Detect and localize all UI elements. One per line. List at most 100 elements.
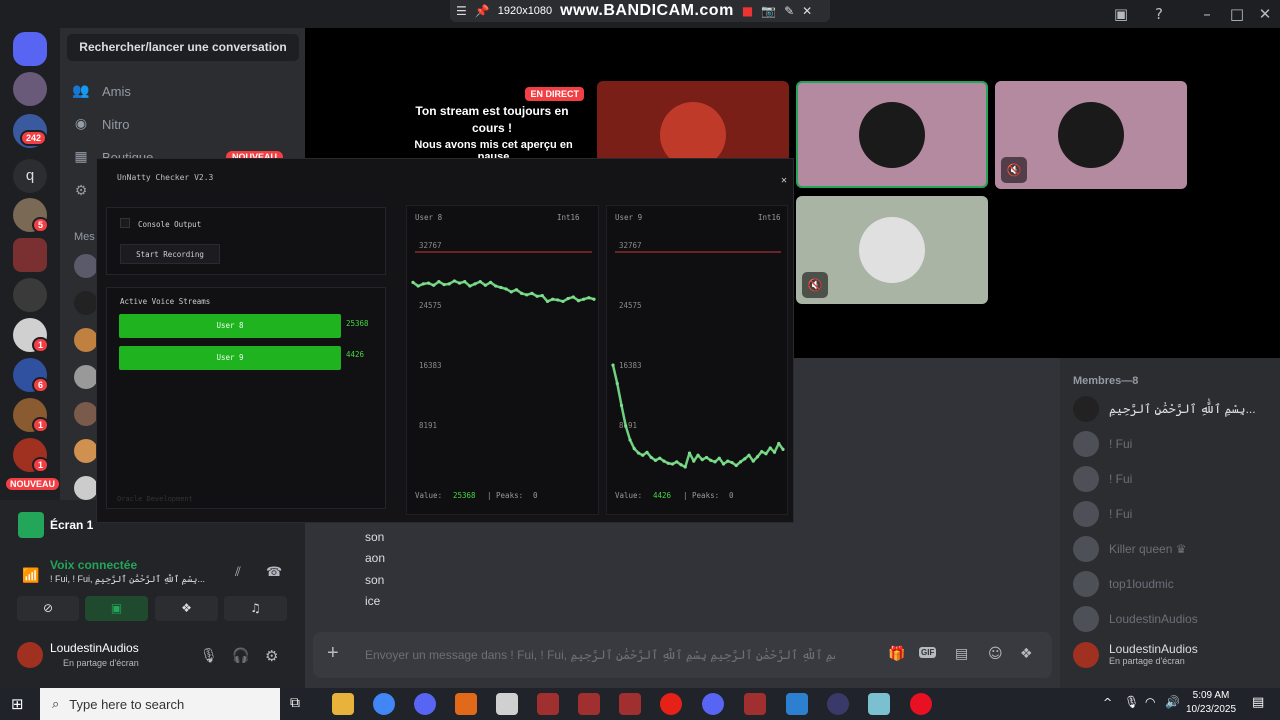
add-attachment-icon[interactable]: +	[327, 642, 339, 665]
mic-icon[interactable]: 🎙	[200, 648, 218, 664]
console-output-label: Console Output	[138, 220, 202, 229]
record-stop-icon[interactable]: ■	[742, 4, 753, 18]
app-icon[interactable]	[537, 693, 559, 715]
taskbar-search[interactable]: ⌕ Type here to search	[40, 688, 280, 720]
member-item[interactable]: LoudestinAudios	[1073, 605, 1273, 633]
video-tile[interactable]: 🔇	[796, 196, 988, 304]
nav-friends[interactable]: 👥 Amis	[72, 76, 292, 106]
dm-avatar[interactable]	[74, 365, 98, 389]
dm-avatar[interactable]	[74, 439, 98, 463]
user-name[interactable]: LoudestinAudios	[50, 641, 139, 655]
video-tile[interactable]: 🔇	[995, 81, 1187, 189]
close-icon[interactable]: ✕	[781, 175, 787, 186]
message-composer[interactable]: + Envoyer un message dans ! Fui, ! Fui, …	[313, 632, 1052, 678]
help-icon[interactable]: ?	[1149, 4, 1169, 24]
server-icon[interactable]	[13, 238, 47, 272]
notepad-icon[interactable]	[496, 693, 518, 715]
task-view-icon[interactable]: ⧉	[290, 695, 300, 711]
disconnect-icon[interactable]: ☎	[266, 565, 282, 580]
member-item[interactable]: Killer queen ♛	[1073, 535, 1273, 563]
gear-icon[interactable]: ⚙	[265, 647, 278, 665]
console-output-checkbox[interactable]	[120, 218, 130, 228]
inbox-icon[interactable]: ▣	[1111, 4, 1131, 24]
wifi-icon[interactable]: ◠	[1145, 695, 1155, 709]
windows-start-icon[interactable]: ⊞	[11, 695, 24, 713]
data-point	[468, 284, 472, 288]
discord-icon[interactable]	[702, 693, 724, 715]
app-icon[interactable]	[619, 693, 641, 715]
member-item[interactable]: بِسْمِ ٱللَّٰهِ ٱلرَّحْمَٰنِ ٱلرَّحِيمِ.…	[1073, 395, 1273, 423]
bandicam-icon[interactable]	[910, 693, 932, 715]
dm-avatar[interactable]	[74, 328, 98, 352]
data-point	[421, 282, 425, 286]
maximize-icon[interactable]: □	[1227, 4, 1247, 24]
data-point	[514, 288, 519, 292]
apps-icon[interactable]: ❖	[1020, 646, 1033, 662]
minimize-icon[interactable]: –	[1197, 4, 1217, 24]
server-q[interactable]: q	[13, 159, 47, 193]
avatar[interactable]	[17, 642, 43, 668]
data-point	[653, 458, 658, 462]
notifications-icon[interactable]: ▤	[1252, 695, 1264, 710]
gif-icon[interactable]: GIF	[919, 647, 937, 658]
member-item[interactable]: LoudestinAudios En partage d'écran	[1073, 642, 1273, 670]
nav-nitro[interactable]: ◉ Nitro	[72, 109, 292, 139]
stream-bar-user8[interactable]: User 8	[119, 314, 341, 338]
data-point	[411, 280, 415, 284]
share-screen-button[interactable]: ▣	[85, 596, 148, 621]
camera-off-button[interactable]: ⊘	[17, 596, 79, 621]
start-recording-button[interactable]: Start Recording	[120, 244, 220, 264]
close-icon[interactable]: ✕	[1255, 4, 1275, 24]
camera-icon[interactable]: 📷	[761, 4, 776, 18]
voice-status[interactable]: Voix connectée	[50, 558, 137, 572]
data-point	[755, 455, 760, 459]
server-icon[interactable]	[13, 278, 47, 312]
soundboard-button[interactable]: ♫	[224, 596, 287, 621]
dm-avatar[interactable]	[74, 402, 98, 426]
server-icon[interactable]	[13, 72, 47, 106]
video-tile-speaking[interactable]	[796, 81, 988, 188]
tray-chevron-icon[interactable]: ^	[1103, 696, 1112, 709]
app-icon[interactable]	[786, 693, 808, 715]
pen-icon[interactable]: ✎	[784, 4, 794, 18]
dm-avatar[interactable]	[74, 254, 98, 278]
data-point	[632, 447, 636, 451]
moon-app-icon[interactable]	[827, 693, 849, 715]
data-point	[561, 299, 565, 304]
menu-icon[interactable]: ☰	[456, 4, 467, 18]
discord-home-icon[interactable]	[13, 32, 47, 66]
emoji-icon[interactable]: ☺	[988, 646, 1003, 662]
activities-button[interactable]: ❖	[155, 596, 218, 621]
member-item[interactable]: top1loudmic	[1073, 570, 1273, 598]
member-item[interactable]: ! Fui	[1073, 430, 1273, 458]
chrome-icon[interactable]	[373, 693, 395, 715]
sticker-icon[interactable]: ▤	[955, 646, 968, 662]
stream-value: 25368	[346, 319, 369, 328]
dm-avatar[interactable]	[74, 291, 98, 315]
search-conversation-button[interactable]: Rechercher/lancer une conversation	[67, 34, 299, 61]
message-input[interactable]: Envoyer un message dans ! Fui, ! Fui, بِ…	[365, 648, 835, 662]
headset-icon[interactable]: 🎧	[232, 648, 249, 664]
data-point	[556, 298, 560, 302]
close-icon[interactable]: ✕	[802, 4, 812, 18]
nav-label: Nitro	[102, 116, 130, 132]
voice-channel[interactable]: ! Fui, ! Fui, بِسْمِ ٱللَّٰهِ ٱلرَّحْمَٰ…	[50, 574, 220, 585]
stream-bar-user9[interactable]: User 9	[119, 346, 341, 370]
discord-icon[interactable]	[414, 693, 436, 715]
app-icon[interactable]	[868, 693, 890, 715]
gift-icon[interactable]: 🎁	[888, 646, 905, 662]
pin-icon[interactable]: 📌	[475, 4, 490, 18]
app-icon[interactable]	[578, 693, 600, 715]
volume-icon[interactable]: 🔊	[1165, 695, 1180, 709]
member-item[interactable]: ! Fui	[1073, 465, 1273, 493]
nouveau-badge: NOUVEAU	[4, 476, 62, 492]
noise-suppression-icon[interactable]: ⫽	[235, 565, 241, 580]
clock[interactable]: 5:09 AM 10/23/2025	[1186, 689, 1236, 717]
youtube-icon[interactable]	[660, 693, 682, 715]
member-item[interactable]: ! Fui	[1073, 500, 1273, 528]
app-icon[interactable]	[744, 693, 766, 715]
file-explorer-icon[interactable]	[332, 693, 354, 715]
mic-tray-icon[interactable]: 🎙	[1124, 695, 1139, 709]
fl-studio-icon[interactable]	[455, 693, 477, 715]
dm-avatar[interactable]	[74, 476, 98, 500]
